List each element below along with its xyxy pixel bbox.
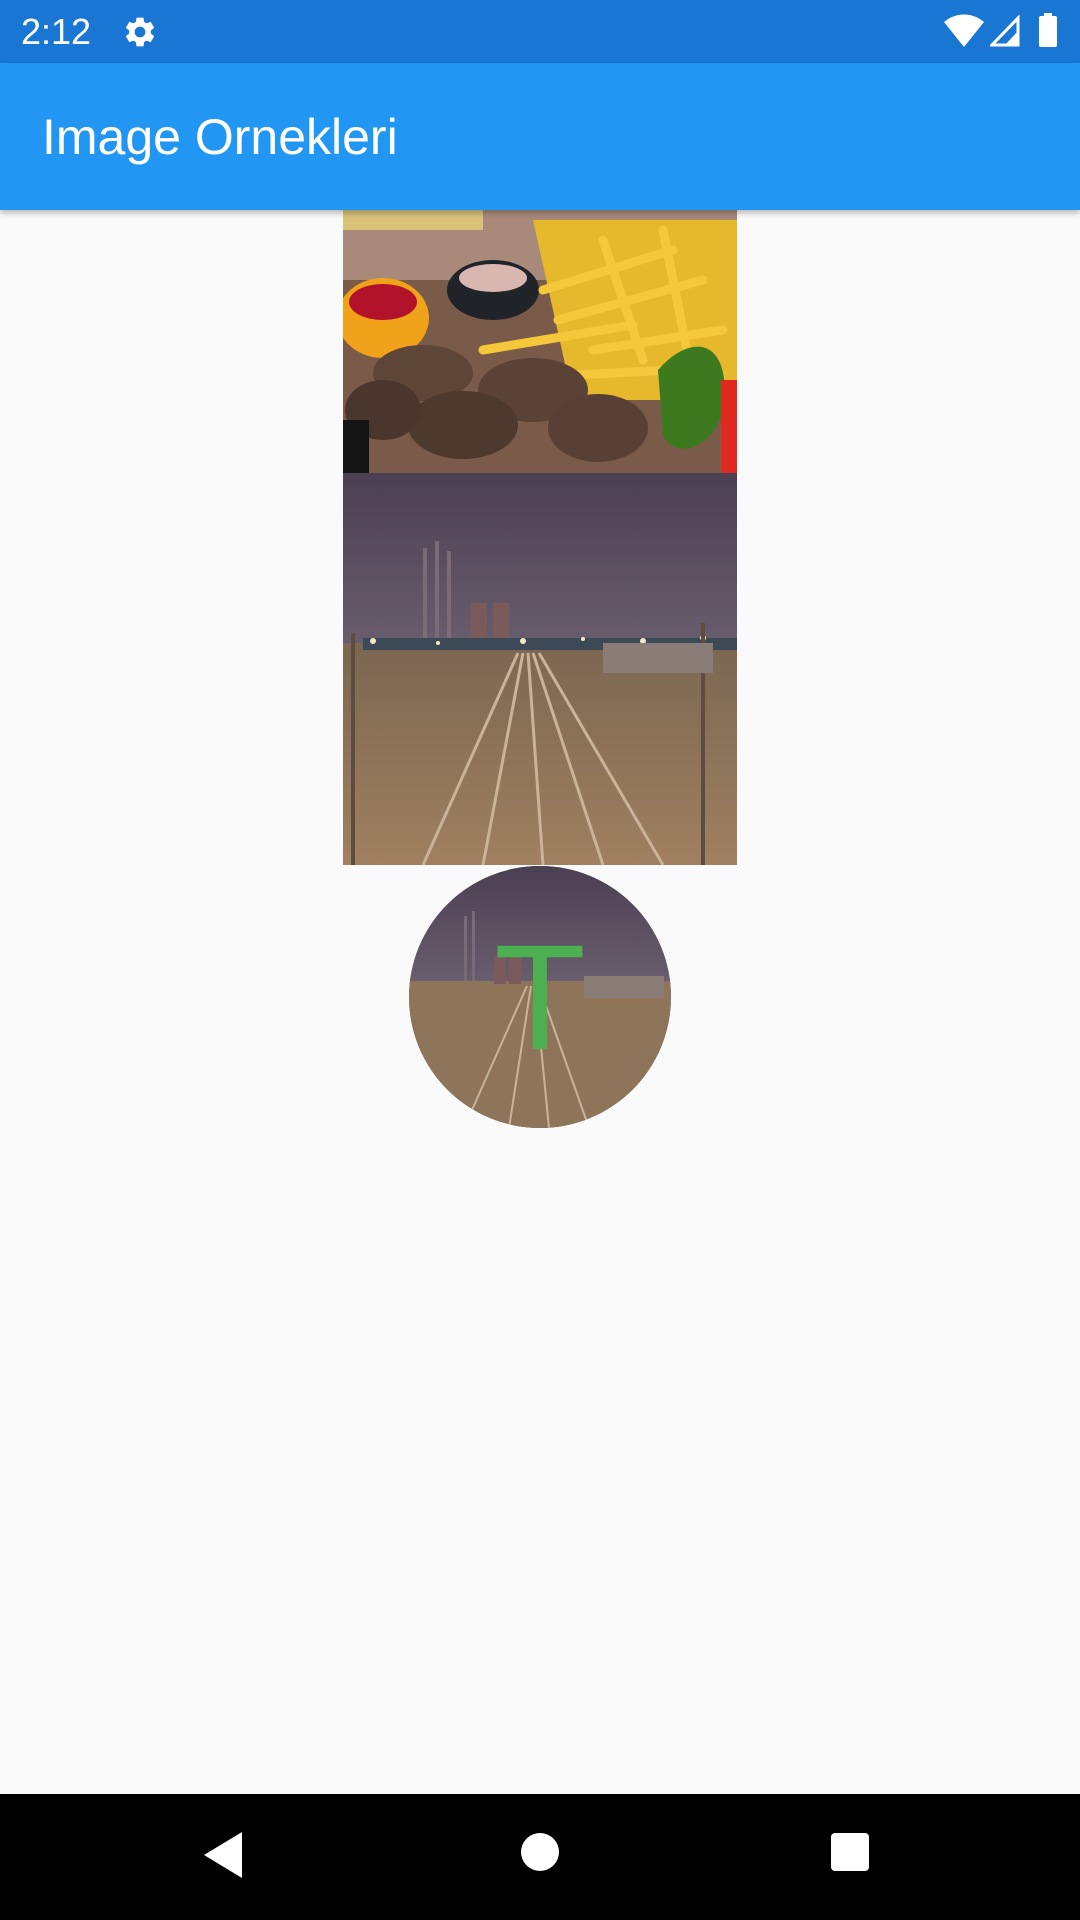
status-time: 2:12	[21, 11, 92, 52]
page-title: Image Ornekleri	[42, 109, 398, 165]
food-image	[343, 210, 737, 473]
settings-icon	[125, 17, 155, 47]
avatar: T	[409, 866, 671, 1128]
railway-image	[343, 473, 737, 865]
app-bar: Image Ornekleri	[0, 63, 1080, 210]
wifi-icon	[944, 14, 984, 47]
home-icon[interactable]	[520, 1832, 560, 1872]
navigation-bar	[0, 1794, 1080, 1920]
battery-icon	[1039, 13, 1057, 47]
recents-icon[interactable]	[830, 1832, 870, 1872]
back-icon[interactable]	[204, 1832, 244, 1878]
status-bar: 2:12	[0, 0, 1080, 63]
signal-icon	[990, 15, 1020, 47]
avatar-letter: T	[494, 913, 586, 1081]
